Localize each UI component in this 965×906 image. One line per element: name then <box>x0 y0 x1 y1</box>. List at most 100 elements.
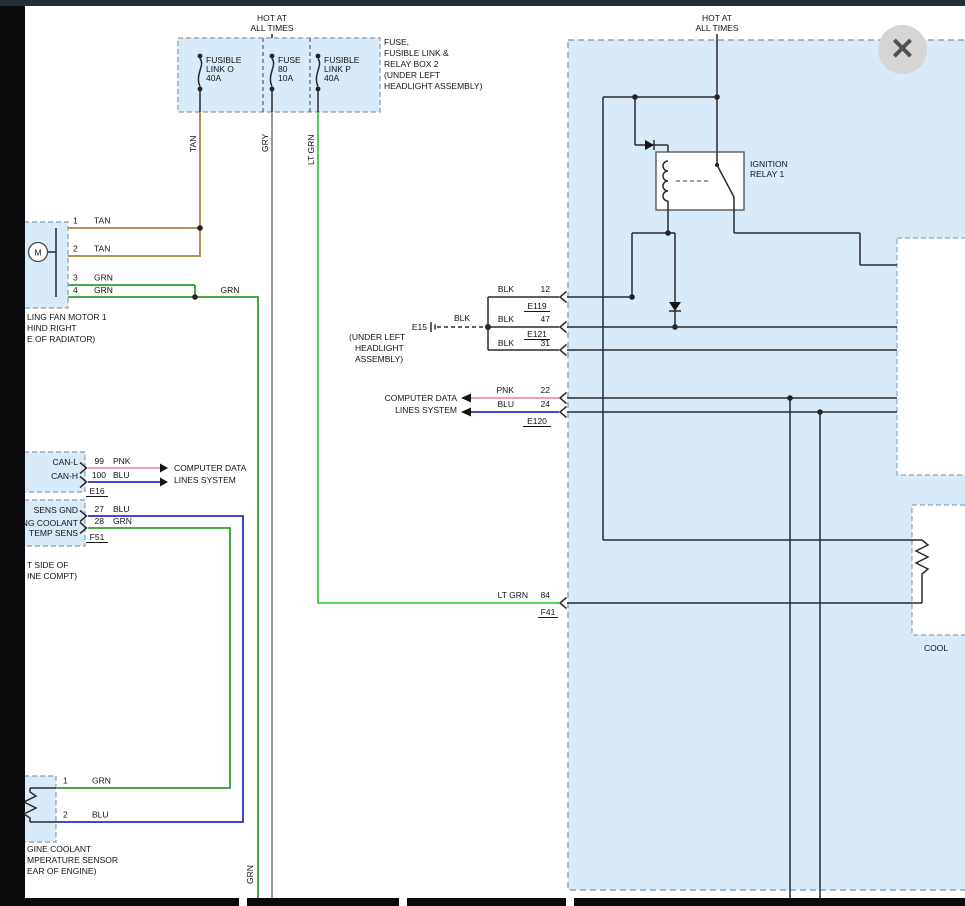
close-icon: ✕ <box>890 35 915 65</box>
row84-color: LT GRN <box>498 590 528 600</box>
eng-coolant-label-1: ENG COOLANT <box>16 518 78 528</box>
can-l-label: CAN-L <box>52 457 78 467</box>
data-arrow-right-blu <box>160 478 168 487</box>
sens-connector-block: SENS GND ENG COOLANT TEMP SENS 27 BLU 28… <box>8 500 132 581</box>
motor-symbol-letter: M <box>34 248 41 258</box>
ecm-subbox-1 <box>897 238 965 475</box>
motor-pin4-color: GRN <box>94 285 113 295</box>
tan-wire-label: TAN <box>188 136 198 152</box>
row24-color: BLU <box>497 399 514 409</box>
e15-caption-2: HEADLIGHT <box>355 343 404 353</box>
bottom-bar-segment <box>407 898 566 906</box>
sensor-caption-2: MPERATURE SENSOR <box>27 855 118 865</box>
hot-right-line1: HOT AT <box>702 13 732 23</box>
motor-pin3-num: 3 <box>73 273 78 283</box>
fuse-box-caption-3: RELAY BOX 2 <box>384 59 439 69</box>
row12-connector: E119 <box>527 301 546 311</box>
tan-wires <box>56 112 203 256</box>
sensor-pin2-num: 2 <box>63 810 68 820</box>
bottom-bar-segment <box>574 898 965 906</box>
connector-chevron-47 <box>560 322 567 333</box>
hot-left-line2: ALL TIMES <box>251 23 294 33</box>
left-caption-1: T SIDE OF <box>27 560 68 570</box>
row47-pin: 47 <box>541 314 551 324</box>
connector-chevron-31 <box>560 345 567 356</box>
row24-pin: 24 <box>541 399 551 409</box>
motor-pin2-num: 2 <box>73 244 78 254</box>
bottom-bar-segment <box>247 898 399 906</box>
wiring-diagram-viewer: COOL HOT AT ALL TIMES FUSIBLE LINK O 40A… <box>0 0 965 906</box>
left-caption-2: INE COMPT) <box>27 571 77 581</box>
can-l-color: PNK <box>113 456 131 466</box>
sensor-pin2-color: BLU <box>92 810 109 820</box>
e15-wire-color: BLK <box>454 313 470 323</box>
can-h-color: BLU <box>113 470 130 480</box>
data-arrow-left-blu <box>461 408 471 417</box>
e15-name: E15 <box>412 322 427 332</box>
e15-caption-3: ASSEMBLY) <box>355 354 403 364</box>
sensor-caption-1: GINE COOLANT <box>27 844 91 854</box>
connector-chevron-22 <box>560 393 567 404</box>
relay-label-1: IGNITION <box>750 159 788 169</box>
motor-pin2-color: TAN <box>94 244 110 254</box>
f51-connector: F51 <box>90 532 105 542</box>
fuse3-line3: 40A <box>324 73 339 83</box>
vertical-wire-labels: TAN GRY LT GRN GRN <box>188 133 316 884</box>
hot-left-line1: HOT AT <box>257 13 287 23</box>
row31-pin: 31 <box>541 338 551 348</box>
motor-pin4-num: 4 <box>73 285 78 295</box>
can-h-pin: 100 <box>92 470 106 480</box>
grn-bottom-wire-label: GRN <box>245 865 255 884</box>
left-edge-bar <box>0 0 25 906</box>
coolant-sig-pin: 28 <box>95 516 105 526</box>
data-arrow-left-pnk <box>461 394 471 403</box>
row84-pin: 84 <box>541 590 551 600</box>
green-wires: GRN <box>56 285 258 898</box>
motor-caption-3: E OF RADIATOR) <box>27 334 95 344</box>
relay-label-2: RELAY 1 <box>750 169 784 179</box>
can-connector-block: CAN-L CAN-H 99 100 PNK BLU COMPUTER DATA… <box>8 452 247 497</box>
sensor-pin1-color: GRN <box>92 776 111 786</box>
row22-color: PNK <box>497 385 515 395</box>
gry-wire-label: GRY <box>260 133 270 152</box>
motor-pin3-color: GRN <box>94 273 113 283</box>
connector-chevron-12 <box>560 292 567 303</box>
row12-pin: 12 <box>541 284 551 294</box>
top-edge-bar <box>0 0 965 6</box>
data-arrow-right-pnk <box>160 464 168 473</box>
hot-right-line2: ALL TIMES <box>696 23 739 33</box>
can-l-pin: 99 <box>95 456 105 466</box>
sens-gnd-color: BLU <box>113 504 130 514</box>
motor-pin1-num: 1 <box>73 216 78 226</box>
grn-mid-label: GRN <box>221 285 240 295</box>
connector-chevron-24 <box>560 407 567 418</box>
row47-color: BLK <box>498 314 514 324</box>
ecm-subbox-2 <box>912 505 965 635</box>
fuse-relay-box: FUSIBLE LINK O 40A FUSE 80 10A FUSIBLE L… <box>178 37 483 112</box>
fuse2-line3: 10A <box>278 73 293 83</box>
row12-color: BLK <box>498 284 514 294</box>
cool-label: COOL <box>924 643 948 653</box>
row22-pin: 22 <box>541 385 551 395</box>
can-h-label: CAN-H <box>51 471 78 481</box>
ltgrn-wire-label: LT GRN <box>306 135 316 165</box>
computer-data-right-2: LINES SYSTEM <box>395 405 457 415</box>
coolant-sig-color: GRN <box>113 516 132 526</box>
fuse1-line3: 40A <box>206 73 221 83</box>
row24-connector: E120 <box>527 416 547 426</box>
fuse-box-caption-1: FUSE, <box>384 37 409 47</box>
sens-gnd-label: SENS GND <box>34 505 78 515</box>
blue-wires <box>56 412 559 822</box>
ecm-connector-rows: BLK 12 E119 BLK 47 E121 BLK 31 PNK 22 BL… <box>385 284 567 618</box>
fuse-box-caption-2: FUSIBLE LINK & <box>384 48 449 58</box>
motor-pin1-color: TAN <box>94 216 110 226</box>
row31-color: BLK <box>498 338 514 348</box>
fuse-box-caption: FUSE, FUSIBLE LINK & RELAY BOX 2 (UNDER … <box>384 37 483 91</box>
sensor-pin1-num: 1 <box>63 776 68 786</box>
fuse-box-caption-4: (UNDER LEFT <box>384 70 440 80</box>
bottom-bar-segment <box>25 898 239 906</box>
pink-wires <box>88 398 559 468</box>
motor-caption-1: LING FAN MOTOR 1 <box>27 312 107 322</box>
close-button[interactable]: ✕ <box>878 25 927 74</box>
wiring-diagram: COOL HOT AT ALL TIMES FUSIBLE LINK O 40A… <box>0 0 965 906</box>
